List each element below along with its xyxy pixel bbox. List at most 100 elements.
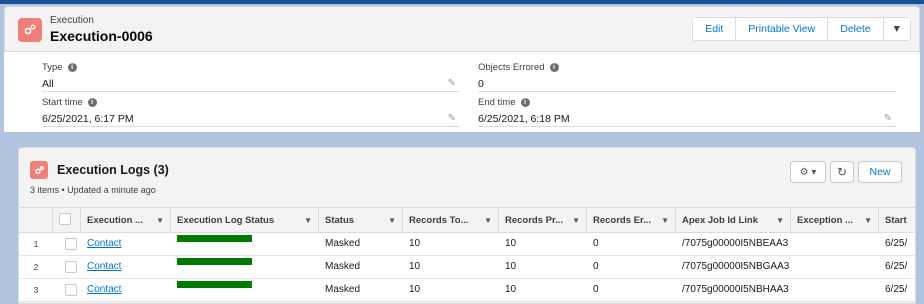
column-header[interactable]: Records To... ▼ — [403, 208, 499, 233]
table-row: 1 Contact Masked 10 10 0 /7075g00000I5NB… — [19, 233, 915, 256]
table-row: 3 Contact Masked 10 10 0 /7075g00000I5NB… — [19, 279, 915, 302]
records-total-cell: 10 — [409, 261, 421, 272]
edit-pencil-icon[interactable]: ✎ — [448, 78, 456, 89]
related-list-card: Execution Logs (3) 3 items • Updated a m… — [18, 147, 916, 304]
records-total-cell: 10 — [409, 238, 421, 249]
chevron-down-icon: ▼ — [776, 216, 784, 225]
status-bar — [177, 258, 252, 265]
list-settings-button[interactable]: ⚙ ▾ — [790, 161, 826, 183]
top-accent-bar — [0, 0, 924, 4]
info-icon[interactable]: i — [549, 63, 559, 72]
field-value: 6/25/2021, 6:18 PM — [478, 113, 570, 125]
record-header: Execution Execution-0006 Edit Printable … — [4, 6, 920, 52]
info-icon[interactable]: i — [67, 63, 77, 72]
field-label: End time — [478, 97, 516, 108]
select-all-header — [53, 208, 81, 233]
info-icon[interactable]: i — [87, 98, 97, 107]
column-header[interactable]: Records Pr... ▼ — [499, 208, 587, 233]
exception-cell — [791, 279, 879, 301]
printable-view-button[interactable]: Printable View — [736, 18, 829, 40]
status-cell: Masked — [325, 284, 361, 295]
chevron-down-icon: ▼ — [572, 216, 580, 225]
new-button[interactable]: New — [858, 161, 902, 183]
field-label: Start time — [42, 97, 83, 108]
edit-pencil-icon[interactable]: ✎ — [884, 113, 892, 124]
status-bar — [177, 281, 252, 288]
execution-name-cell: Contact — [81, 233, 171, 255]
field-value: 0 — [478, 78, 484, 90]
contact-link[interactable]: Contact — [87, 284, 121, 295]
column-header[interactable]: Execution ... ▼ — [81, 208, 171, 233]
records-errored-cell: 0 — [593, 238, 599, 249]
more-actions-button[interactable]: ▼ — [883, 18, 910, 40]
chevron-down-icon: ▼ — [661, 216, 669, 225]
field-value: 6/25/2021, 6:17 PM — [42, 113, 134, 125]
status-bar — [177, 235, 252, 242]
records-processed-cell: 10 — [505, 238, 517, 249]
chevron-down-icon: ▼ — [304, 216, 312, 225]
chevron-down-icon: ▼ — [388, 216, 396, 225]
row-checkbox[interactable] — [65, 238, 77, 250]
execution-logs-table: Execution ... ▼ Execution Log Status ▼ Sta… — [19, 207, 915, 302]
field-type: Type i All ✎ — [42, 58, 460, 92]
exception-cell — [791, 233, 879, 255]
chevron-down-icon: ▼ — [156, 216, 164, 225]
contact-link[interactable]: Contact — [87, 261, 121, 272]
rownum-header — [19, 208, 53, 233]
column-header[interactable]: Records Er... ▼ — [587, 208, 676, 233]
field-start-time: Start time i 6/25/2021, 6:17 PM ✎ — [42, 93, 460, 127]
execution-object-icon — [18, 18, 42, 42]
status-cell: Masked — [325, 261, 361, 272]
chevron-down-icon: ▼ — [864, 216, 872, 225]
contact-link[interactable]: Contact — [87, 238, 121, 249]
table-row: 2 Contact Masked 10 10 0 /7075g00000I5NB… — [19, 256, 915, 279]
records-processed-cell: 10 — [505, 284, 517, 295]
apex-job-link-cell: /7075g00000I5NBGAA3 — [682, 261, 790, 272]
row-number: 2 — [33, 262, 39, 272]
execution-log-icon — [30, 161, 48, 179]
edit-button[interactable]: Edit — [693, 18, 737, 40]
chevron-down-icon: ▼ — [484, 216, 492, 225]
row-checkbox-cell — [59, 256, 81, 278]
info-icon[interactable]: i — [520, 98, 530, 107]
apex-job-link-cell: /7075g00000I5NBHAA3 — [682, 284, 789, 295]
execution-name-cell: Contact — [81, 256, 171, 278]
field-label: Type — [42, 62, 63, 73]
gear-icon: ⚙ ▾ — [799, 166, 817, 178]
record-title: Execution-0006 — [50, 28, 153, 44]
refresh-button[interactable]: ↻ — [830, 161, 854, 183]
exception-cell — [791, 256, 879, 278]
records-processed-cell: 10 — [505, 261, 517, 272]
log-status-cell — [171, 256, 319, 278]
record-details: Type i All ✎ Start time i 6/25/2021, 6:17 … — [4, 52, 920, 132]
row-checkbox-cell — [59, 279, 81, 301]
chevron-down-icon: ▼ — [891, 23, 902, 35]
column-header[interactable]: Apex Job Id Link ▼ — [676, 208, 791, 233]
refresh-icon: ↻ — [836, 165, 848, 179]
header-actions: Edit Printable View Delete ▼ — [692, 17, 911, 41]
column-header[interactable]: Execution Log Status ▼ — [171, 208, 319, 233]
row-checkbox[interactable] — [65, 261, 77, 273]
log-status-cell — [171, 233, 319, 255]
column-header[interactable]: Start — [879, 208, 915, 233]
execution-name-cell: Contact — [81, 279, 171, 301]
row-checkbox[interactable] — [65, 284, 77, 296]
records-total-cell: 10 — [409, 284, 421, 295]
table-header: Execution ... ▼ Execution Log Status ▼ Sta… — [19, 207, 915, 233]
field-label: Objects Errored — [478, 62, 545, 73]
column-header[interactable]: Exception ... ▼ — [791, 208, 879, 233]
related-list-subtitle: 3 items • Updated a minute ago — [30, 185, 156, 195]
start-cell: 6/25/ — [885, 238, 908, 249]
column-header[interactable]: Status ▼ — [319, 208, 403, 233]
records-errored-cell: 0 — [593, 284, 599, 295]
edit-pencil-icon[interactable]: ✎ — [448, 113, 456, 124]
select-all-checkbox[interactable] — [59, 213, 71, 225]
row-number: 1 — [33, 239, 39, 249]
log-status-cell — [171, 279, 319, 301]
delete-button[interactable]: Delete — [828, 18, 884, 40]
start-cell: 6/25/ — [885, 284, 908, 295]
related-list-actions: ⚙ ▾ ↻ New — [790, 161, 902, 183]
field-end-time: End time i 6/25/2021, 6:18 PM ✎ — [478, 93, 896, 127]
apex-job-link-cell: /7075g00000I5NBEAA3 — [682, 238, 789, 249]
related-list-title[interactable]: Execution Logs (3) — [57, 163, 169, 177]
